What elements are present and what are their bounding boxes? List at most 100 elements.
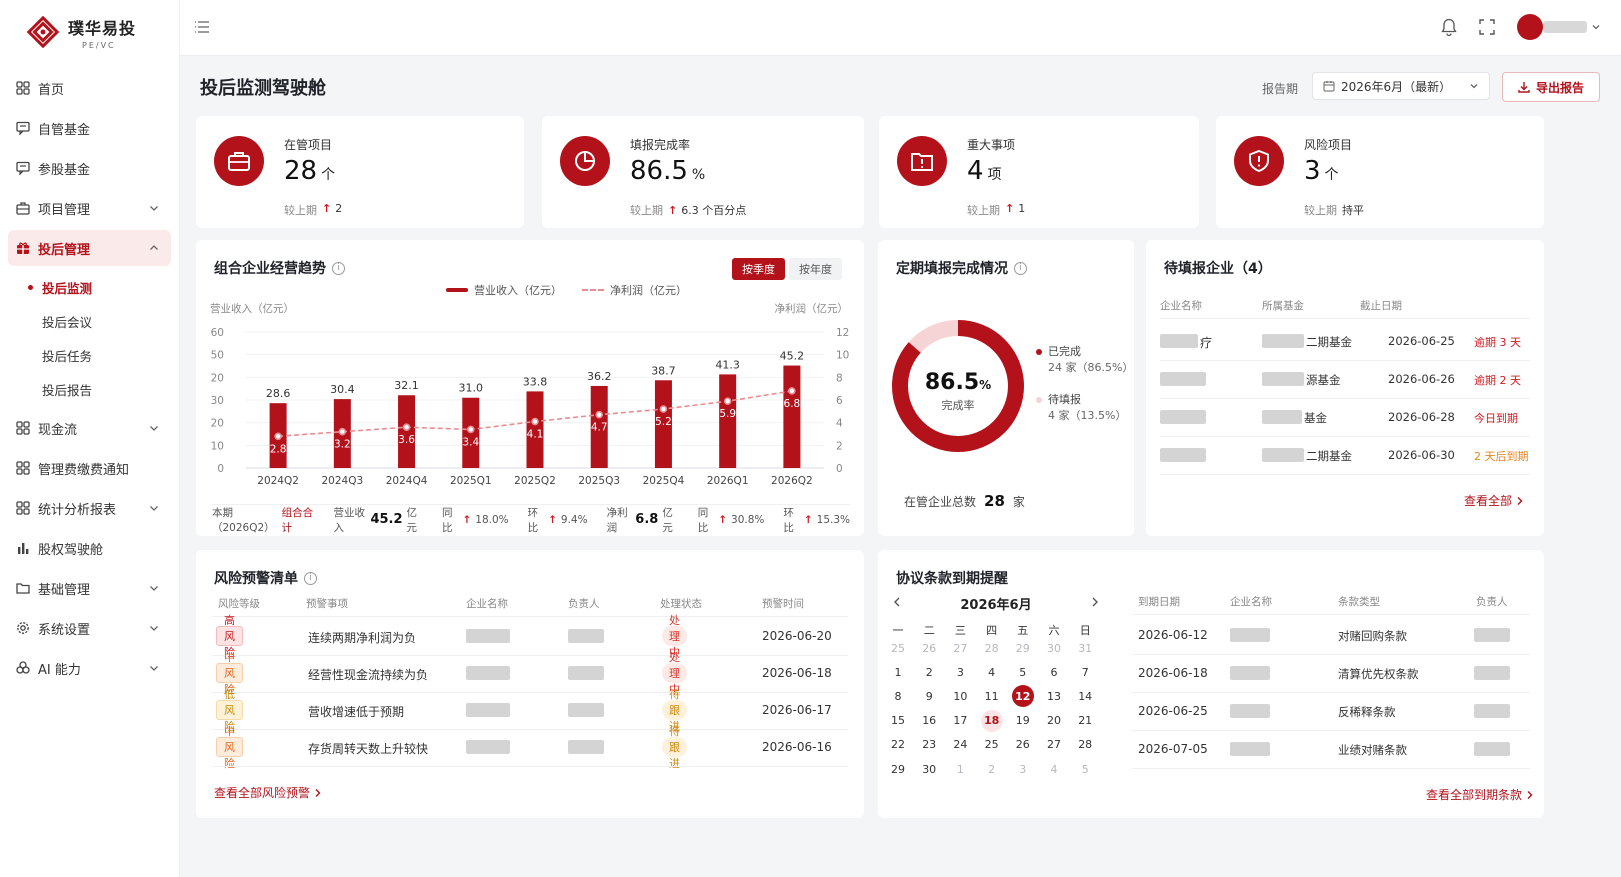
calendar-day[interactable]: 26 bbox=[917, 638, 941, 658]
calendar-day[interactable]: 28 bbox=[1073, 735, 1097, 755]
agreement-date: 2026-06-18 bbox=[1138, 666, 1208, 680]
calendar-day-label: 11 bbox=[984, 689, 999, 703]
risk-view-all-link[interactable]: 查看全部风险预警 bbox=[214, 784, 322, 801]
calendar-day[interactable]: 3 bbox=[1011, 759, 1035, 779]
menu-toggle-icon[interactable] bbox=[194, 20, 210, 34]
revenue-bar-2026Q2 bbox=[783, 365, 801, 468]
calendar-day[interactable]: 5 bbox=[1011, 662, 1035, 682]
download-icon bbox=[1518, 82, 1530, 93]
kpi-card-0[interactable]: 在管项目 28 个较上期 ↑ 2 bbox=[196, 116, 524, 228]
calendar-day[interactable]: 5 bbox=[1073, 759, 1097, 779]
calendar-day[interactable]: 6 bbox=[1042, 662, 1066, 682]
user-menu[interactable] bbox=[1517, 14, 1601, 40]
calendar-day[interactable]: 30 bbox=[1042, 638, 1066, 658]
sidebar-subitem-3[interactable]: 投后报告 bbox=[0, 372, 179, 406]
sidebar-item-5[interactable]: 现金流 bbox=[8, 410, 171, 446]
x-tick-label: 2024Q2 bbox=[257, 475, 299, 487]
calendar-day[interactable]: 8 bbox=[886, 686, 910, 706]
calendar-day[interactable]: 27 bbox=[1042, 735, 1066, 755]
header-divider bbox=[1160, 318, 1530, 319]
calendar-day[interactable]: 25 bbox=[886, 638, 910, 658]
sidebar-item-3[interactable]: 项目管理 bbox=[8, 190, 171, 226]
agreement-title-wrap: 协议条款到期提醒 bbox=[896, 568, 1008, 588]
calendar-day[interactable]: 9 bbox=[917, 686, 941, 706]
calendar-day[interactable]: 7 bbox=[1073, 662, 1097, 682]
sidebar-item-7[interactable]: 统计分析报表 bbox=[8, 490, 171, 526]
calendar-day[interactable]: 1 bbox=[886, 662, 910, 682]
owner-redacted bbox=[568, 703, 604, 717]
kpi-card-3[interactable]: 风险项目 3 个较上期 持平 bbox=[1216, 116, 1544, 228]
calendar-day[interactable]: 4 bbox=[1042, 759, 1066, 779]
calendar-day[interactable]: 2 bbox=[917, 662, 941, 682]
deadline-status: 逾期 3 天 bbox=[1474, 336, 1521, 349]
profit-label: 3.2 bbox=[334, 439, 351, 451]
sidebar-item-9[interactable]: 基础管理 bbox=[8, 570, 171, 606]
sidebar-item-1[interactable]: 自管基金 bbox=[8, 110, 171, 146]
sidebar-item-10[interactable]: 系统设置 bbox=[8, 610, 171, 646]
profit-label: 4.1 bbox=[527, 429, 544, 441]
calendar-day[interactable]: 11 bbox=[980, 686, 1004, 706]
next-month-icon[interactable] bbox=[1090, 596, 1100, 608]
calendar-day[interactable]: 3 bbox=[948, 662, 972, 682]
profit-label: 6.8 bbox=[784, 398, 801, 410]
calendar-day[interactable]: 20 bbox=[1042, 711, 1066, 731]
info-icon[interactable]: i bbox=[1014, 261, 1027, 275]
calendar-day[interactable]: 29 bbox=[886, 759, 910, 779]
calendar-day[interactable]: 21 bbox=[1073, 711, 1097, 731]
chevron-right-icon bbox=[1517, 496, 1523, 505]
bell-icon[interactable] bbox=[1441, 18, 1457, 36]
owner-redacted bbox=[1474, 666, 1510, 680]
calendar-day[interactable]: 31 bbox=[1073, 638, 1097, 658]
calendar-day[interactable]: 26 bbox=[1011, 735, 1035, 755]
calendar-day[interactable]: 17 bbox=[948, 711, 972, 731]
calendar-day[interactable]: 18 bbox=[980, 709, 1003, 732]
calendar-month: 2026年6月 bbox=[960, 598, 1032, 613]
sidebar-item-6[interactable]: 管理费缴费通知 bbox=[8, 450, 171, 486]
pie-icon bbox=[560, 136, 610, 186]
company-name-redacted bbox=[1230, 704, 1270, 718]
calendar-day[interactable]: 13 bbox=[1042, 686, 1066, 706]
kpi-card-1[interactable]: 填报完成率 86.5% 较上期 ↑ 6.3 个百分点 bbox=[542, 116, 864, 228]
sidebar-item-8[interactable]: 股权驾驶舱 bbox=[8, 530, 171, 566]
pending-col-header: 截止日期 bbox=[1360, 300, 1402, 312]
calendar-day[interactable]: 1 bbox=[948, 759, 972, 779]
period-select[interactable]: 2026年6月（最新） bbox=[1312, 72, 1490, 100]
kpi-unit: % bbox=[691, 167, 706, 183]
app-logo[interactable]: 璞华易投 PE/VC bbox=[0, 0, 179, 64]
calendar-day[interactable]: 2 bbox=[980, 759, 1004, 779]
calendar-day[interactable]: 4 bbox=[980, 662, 1004, 682]
calendar-day[interactable]: 16 bbox=[917, 711, 941, 731]
sidebar-item-2[interactable]: 参股基金 bbox=[8, 150, 171, 186]
calendar-day[interactable]: 14 bbox=[1073, 686, 1097, 706]
calendar-day-label: 29 bbox=[1015, 641, 1030, 655]
calendar-day[interactable]: 30 bbox=[917, 759, 941, 779]
calendar-day[interactable]: 19 bbox=[1011, 711, 1035, 731]
calendar-day[interactable]: 22 bbox=[886, 735, 910, 755]
calendar-day[interactable]: 23 bbox=[917, 735, 941, 755]
kpi-card-2[interactable]: 重大事项 4 项较上期 ↑ 1 bbox=[879, 116, 1199, 228]
calendar-day[interactable]: 15 bbox=[886, 711, 910, 731]
sidebar-subitem-2[interactable]: 投后任务 bbox=[0, 338, 179, 372]
calendar-day[interactable]: 27 bbox=[948, 638, 972, 658]
sidebar-subitem-1[interactable]: 投后会议 bbox=[0, 304, 179, 338]
calendar-day[interactable]: 28 bbox=[980, 638, 1004, 658]
export-report-button[interactable]: 导出报告 bbox=[1502, 72, 1600, 102]
calendar-day[interactable]: 12 bbox=[1011, 685, 1034, 708]
sidebar-item-0[interactable]: 首页 bbox=[8, 70, 171, 106]
agreement-view-all-link[interactable]: 查看全部到期条款 bbox=[1426, 786, 1534, 803]
calendar-day[interactable]: 29 bbox=[1011, 638, 1035, 658]
fund-name-redacted bbox=[1262, 334, 1304, 348]
sidebar-subitem-0[interactable]: 投后监测 bbox=[0, 270, 179, 304]
sidebar-item-4[interactable]: 投后管理 bbox=[8, 230, 171, 266]
sidebar-item-label: 管理费缴费通知 bbox=[38, 462, 130, 478]
calendar-day[interactable]: 24 bbox=[948, 735, 972, 755]
row-divider bbox=[212, 655, 848, 656]
y2-axis-label: 净利润（亿元） bbox=[775, 302, 849, 315]
kpi-compare-label: 较上期 bbox=[630, 204, 663, 217]
pending-view-all-link[interactable]: 查看全部 bbox=[1464, 492, 1524, 509]
fullscreen-icon[interactable] bbox=[1479, 19, 1495, 35]
calendar-day[interactable]: 10 bbox=[948, 686, 972, 706]
calendar-day[interactable]: 25 bbox=[980, 735, 1004, 755]
sidebar-item-11[interactable]: AI 能力 bbox=[8, 650, 171, 686]
info-icon[interactable]: i bbox=[304, 571, 317, 585]
